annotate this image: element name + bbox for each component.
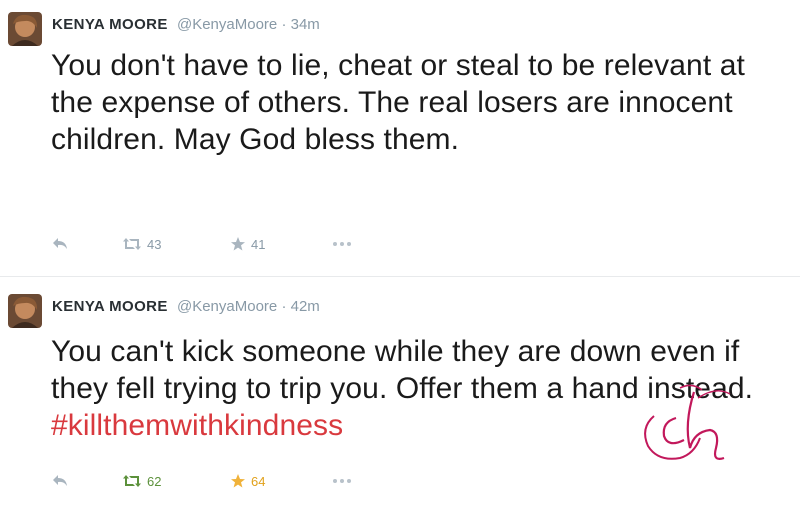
star-icon [231, 237, 245, 251]
retweet-count: 43 [147, 236, 162, 252]
more-button[interactable] [332, 469, 352, 493]
retweet-icon [123, 475, 141, 487]
more-button[interactable] [332, 232, 352, 256]
retweet-count: 62 [147, 473, 162, 489]
reply-button[interactable] [52, 469, 68, 493]
reply-button[interactable] [52, 232, 68, 256]
star-icon [231, 474, 245, 488]
retweet-button[interactable]: 62 [122, 469, 161, 493]
separator: · [281, 298, 287, 315]
favorite-count: 41 [251, 236, 266, 252]
author-handle[interactable]: @KenyaMoore [177, 298, 277, 315]
tweet-actions: 43 41 [48, 232, 388, 256]
favorite-button[interactable]: 64 [230, 469, 265, 493]
favorite-button[interactable]: 41 [230, 232, 265, 256]
favorite-count: 64 [251, 473, 266, 489]
more-dots-icon [333, 242, 351, 246]
author-name[interactable]: KENYA MOORE [52, 16, 168, 33]
tweet-text: You can't kick someone while they are do… [51, 333, 791, 444]
hashtag-link[interactable]: #killthemwithkindness [51, 409, 343, 442]
timestamp[interactable]: 34m [291, 16, 320, 33]
author-handle[interactable]: @KenyaMoore [177, 16, 277, 33]
retweet-icon [123, 238, 141, 250]
more-dots-icon [333, 479, 351, 483]
tweet-header: KENYA MOORE @KenyaMoore · 34m [52, 15, 320, 35]
tweet-1: KENYA MOORE @KenyaMoore · 34m You don't … [0, 0, 800, 277]
reply-icon [53, 238, 67, 249]
timestamp[interactable]: 42m [291, 298, 320, 315]
author-name[interactable]: KENYA MOORE [52, 298, 168, 315]
separator: · [281, 16, 287, 33]
reply-icon [53, 475, 67, 486]
retweet-button[interactable]: 43 [122, 232, 161, 256]
avatar[interactable] [8, 294, 42, 328]
tweet-text-content: You can't kick someone while they are do… [51, 335, 754, 405]
tweet-text-content: You don't have to lie, cheat or steal to… [51, 49, 745, 156]
tweet-actions: 62 64 [48, 469, 388, 493]
tweet-text: You don't have to lie, cheat or steal to… [51, 47, 791, 158]
tweet-header: KENYA MOORE @KenyaMoore · 42m [52, 297, 320, 317]
avatar[interactable] [8, 12, 42, 46]
